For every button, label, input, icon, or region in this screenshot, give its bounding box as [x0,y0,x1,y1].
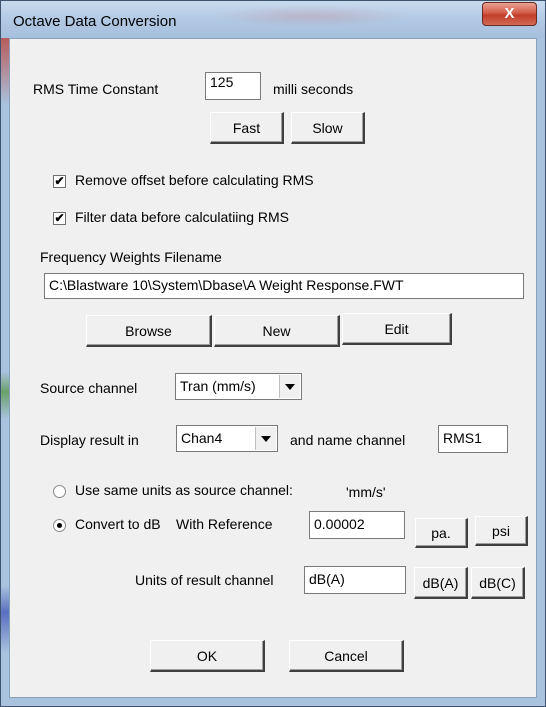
edit-button[interactable]: Edit [342,313,452,345]
title-bar[interactable]: Octave Data Conversion X [1,1,545,38]
remove-offset-checkbox[interactable]: ✔ [53,175,66,188]
remove-offset-label: Remove offset before calculating RMS [75,172,314,188]
chevron-down-icon[interactable] [255,427,276,450]
window-title: Octave Data Conversion [13,13,177,30]
close-button[interactable]: X [482,2,537,26]
close-icon: X [504,5,515,22]
dialog-body: RMS Time Constant 125 milli seconds Fast… [9,38,537,698]
title-bar-glare [211,5,411,27]
rms-time-constant-label: RMS Time Constant [33,81,159,97]
reference-label: With Reference [176,516,273,532]
name-channel-label: and name channel [290,432,406,448]
dialog-window: Octave Data Conversion X RMS Time Consta… [0,0,546,707]
filter-data-label: Filter data before calculatiing RMS [75,209,289,225]
chevron-down-icon[interactable] [279,375,300,398]
ok-button[interactable]: OK [150,640,265,672]
reference-input[interactable]: 0.00002 [309,511,405,539]
dbc-button[interactable]: dB(C) [471,567,525,599]
psi-button[interactable]: psi [475,516,528,546]
display-result-select[interactable]: Chan4 [176,425,278,452]
display-result-label: Display result in [40,432,139,448]
source-channel-value: Tran (mm/s) [180,378,256,394]
source-units-value: 'mm/s' [346,484,386,500]
window-frame-left [1,38,9,706]
pa-button[interactable]: pa. [415,518,468,548]
cancel-button[interactable]: Cancel [289,640,404,672]
filter-data-checkbox[interactable]: ✔ [53,212,66,225]
convert-db-radio[interactable] [53,519,66,532]
source-channel-label: Source channel [40,380,138,396]
display-result-value: Chan4 [181,430,223,446]
dba-button[interactable]: dB(A) [414,567,468,599]
source-channel-select[interactable]: Tran (mm/s) [175,373,302,400]
slow-button[interactable]: Slow [291,112,365,144]
same-units-label: Use same units as source channel: [75,482,293,498]
channel-name-input[interactable]: RMS1 [438,425,508,453]
result-units-label: Units of result channel [135,572,274,588]
browse-button[interactable]: Browse [86,315,212,347]
convert-db-label: Convert to dB [75,516,161,532]
frequency-weights-input[interactable]: C:\Blastware 10\System\Dbase\A Weight Re… [44,273,524,299]
result-units-input[interactable]: dB(A) [304,566,406,594]
same-units-radio[interactable] [53,485,66,498]
frequency-weights-label: Frequency Weights Filename [40,249,222,265]
new-button[interactable]: New [214,315,340,347]
fast-button[interactable]: Fast [210,112,284,144]
rms-time-constant-input[interactable]: 125 [205,72,261,100]
rms-unit-label: milli seconds [273,81,354,97]
window-frame-bottom [9,698,537,706]
